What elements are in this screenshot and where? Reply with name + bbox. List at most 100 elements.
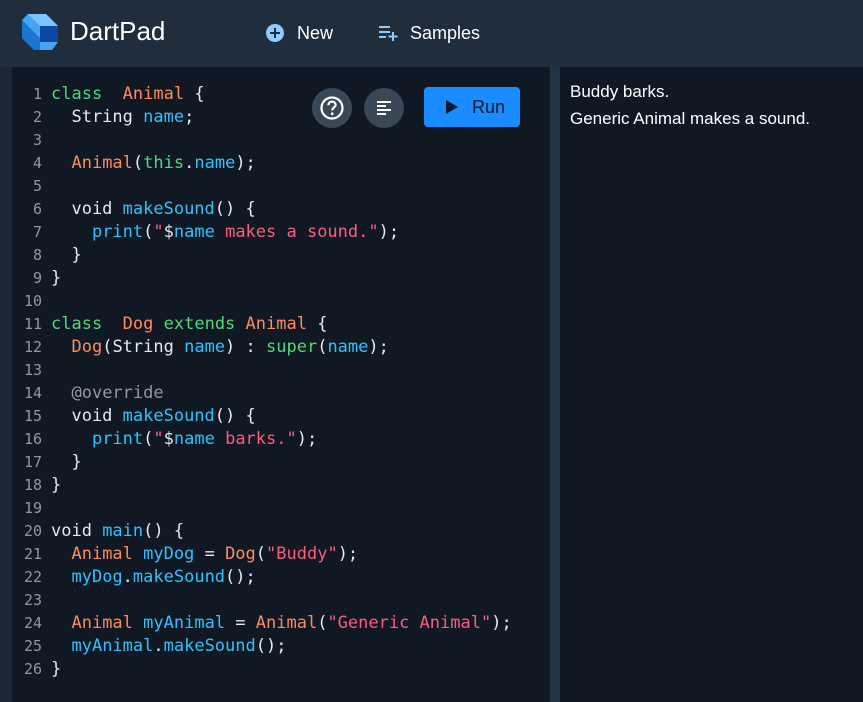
line-number: 1 [32, 84, 42, 103]
code-token: Animal [245, 313, 307, 334]
code-token: makeSound [122, 405, 215, 426]
code-line[interactable]: 26} [12, 657, 61, 680]
code-token: . [184, 152, 195, 173]
code-line[interactable]: 3 [12, 128, 51, 151]
samples-button[interactable]: Samples [378, 19, 480, 47]
code-line[interactable]: 16 print("$name barks."); [12, 427, 317, 450]
code-line[interactable]: 14 @override [12, 381, 164, 404]
code-line[interactable]: 9} [12, 266, 61, 289]
code-line[interactable]: 15 void makeSound() { [12, 404, 256, 427]
code-line[interactable]: 18} [12, 473, 61, 496]
code-token: String [51, 106, 144, 127]
code-line[interactable]: 23 [12, 588, 51, 611]
panel-splitter[interactable] [550, 67, 560, 702]
code-line[interactable]: 10 [12, 289, 51, 312]
code-token: ) : [225, 336, 266, 357]
line-number: 20 [23, 521, 42, 540]
run-button[interactable]: Run [424, 87, 520, 127]
code-line[interactable]: 2 String name; [12, 105, 194, 128]
code-line[interactable]: 22 myDog.makeSound(); [12, 565, 256, 588]
code-token: Animal [71, 543, 133, 564]
code-token: (); [255, 635, 287, 656]
code-token: (String [102, 336, 185, 357]
code-token: (); [225, 566, 256, 587]
code-token: () { [214, 198, 256, 219]
code-token: $ [163, 428, 174, 449]
line-number: 5 [32, 176, 42, 195]
code-token: } [51, 474, 62, 495]
line-number: 9 [32, 268, 42, 287]
code-token: class [51, 313, 103, 334]
code-token: $ [163, 221, 174, 242]
code-token: ; [184, 106, 195, 127]
format-button[interactable] [364, 88, 404, 128]
code-line[interactable]: 1 class Animal { [12, 82, 205, 105]
code-token: name [173, 428, 215, 449]
code-text: void makeSound() { [51, 405, 255, 426]
code-text: } [51, 659, 61, 679]
code-token: Dog [71, 336, 103, 357]
code-line[interactable]: 7 print("$name makes a sound."); [12, 220, 399, 243]
help-icon [320, 96, 344, 120]
code-token: } [51, 244, 82, 265]
code-token: = [225, 612, 256, 633]
code-token: Animal [71, 152, 133, 173]
code-editor[interactable]: 1 class Animal {2 String name; 3 4 Animal(t… [12, 67, 550, 702]
code-token: myAnimal [143, 612, 226, 633]
line-number: 12 [23, 337, 42, 356]
line-number: 6 [32, 199, 42, 218]
code-text: class Dog extends Animal { [51, 314, 327, 334]
code-line[interactable]: 21 Animal myDog = Dog("Buddy"); [12, 542, 358, 565]
code-line[interactable]: 24 Animal myAnimal = Animal("Generic Ani… [12, 611, 512, 634]
line-number: 15 [23, 406, 42, 425]
line-number: 23 [23, 590, 42, 609]
code-line[interactable]: 20 void main() { [12, 519, 184, 542]
code-text: } [51, 268, 61, 288]
code-token: makeSound [122, 198, 215, 219]
code-token: " [153, 221, 164, 242]
code-line[interactable]: 13 [12, 358, 51, 381]
line-number: 3 [32, 130, 42, 149]
line-number: 7 [32, 222, 42, 241]
code-token: name [194, 152, 236, 173]
output-line: Generic Animal makes a sound. [570, 109, 811, 128]
code-token: void [51, 405, 123, 426]
code-token: " [153, 428, 164, 449]
code-token: () { [143, 520, 185, 541]
code-line[interactable]: 6 void makeSound() { [12, 197, 256, 220]
help-button[interactable] [312, 88, 352, 128]
output-console: Buddy barks. Generic Animal makes a soun… [560, 67, 863, 702]
code-token: @override [71, 382, 164, 403]
code-line[interactable]: 12 Dog(String name) : super(name); [12, 335, 389, 358]
code-token: ( [132, 152, 144, 173]
code-text: Animal myDog = Dog("Buddy"); [51, 544, 358, 564]
code-token: extends [163, 313, 236, 334]
code-text: Animal(this.name); [51, 152, 255, 173]
code-text: } [51, 244, 82, 265]
code-line[interactable]: 17 } [12, 450, 82, 473]
code-token: void [51, 198, 123, 219]
code-token: "Buddy" [266, 543, 338, 564]
code-line[interactable]: 4 Animal(this.name); [12, 151, 256, 174]
code-token: { [184, 83, 205, 104]
code-line[interactable]: 5 [12, 174, 51, 197]
code-line[interactable]: 25 myAnimal.makeSound(); [12, 634, 287, 657]
code-line[interactable]: 19 [12, 496, 51, 519]
code-line[interactable]: 11 class Dog extends Animal { [12, 312, 328, 335]
code-token: myAnimal [71, 635, 154, 656]
output-line: Buddy barks. [570, 82, 670, 101]
new-button[interactable]: New [265, 19, 333, 47]
code-token: name [173, 221, 215, 242]
code-token: ); [296, 428, 318, 449]
code-line[interactable]: 8 } [12, 243, 82, 266]
code-token: Dog [122, 313, 154, 334]
code-text: class Animal { [51, 84, 205, 104]
code-token: } [51, 267, 62, 288]
code-token: ); [368, 336, 389, 357]
app-title: DartPad [70, 16, 166, 46]
